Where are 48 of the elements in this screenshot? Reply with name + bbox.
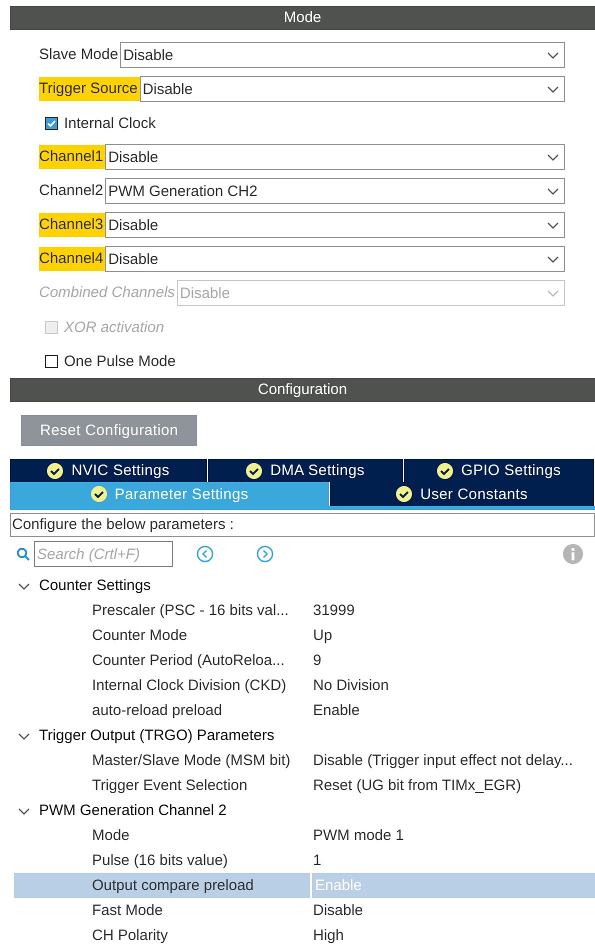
field-label: Trigger Source [39, 77, 140, 101]
parameter-row[interactable]: Fast Mode Disable [14, 898, 595, 923]
parameter-row[interactable]: auto-reload preload Enable [14, 698, 595, 723]
dropdown[interactable]: PWM Generation CH2 [105, 178, 565, 204]
tab[interactable]: NVIC Settings [10, 459, 208, 482]
dropdown[interactable]: Disable [105, 246, 565, 272]
dropdown[interactable]: Disable [105, 212, 565, 238]
info-icon[interactable] [563, 544, 583, 564]
parameter-row[interactable]: Output compare preload Enable [14, 873, 595, 898]
check-circle-icon [47, 462, 64, 478]
parameter-row[interactable]: Counter Period (AutoReloa... 9 [14, 648, 595, 673]
field-label: Channel3 [39, 213, 106, 237]
field-label: Channel4 [39, 247, 106, 271]
dropdown[interactable]: Disable [140, 76, 565, 102]
field-label: Combined Channels [39, 283, 176, 303]
check-circle-icon [90, 486, 107, 502]
tree-group[interactable]: PWM Generation Channel 2 [10, 798, 595, 823]
previous-button[interactable] [196, 545, 214, 563]
check-circle-icon [396, 486, 412, 502]
dropdown[interactable]: Disable [120, 42, 565, 68]
check-circle-icon [437, 462, 454, 478]
parameter-row[interactable]: Internal Clock Division (CKD) No Division [14, 673, 595, 698]
description-text: Configure the below parameters : [10, 513, 595, 537]
section-header: Configuration [10, 378, 595, 402]
tab[interactable]: GPIO Settings [404, 459, 595, 482]
next-button[interactable] [256, 545, 274, 563]
checkbox[interactable]: Internal Clock [39, 114, 156, 132]
parameter-row[interactable]: Trigger Event Selection Reset (UG bit from TIMx_EGR) [14, 773, 595, 798]
parameter-row[interactable]: CH Polarity High [14, 923, 595, 945]
parameter-row[interactable]: Counter Mode Up [14, 623, 595, 648]
tab[interactable]: User Constants [330, 482, 595, 506]
field-label: Channel1 [39, 145, 106, 169]
field-label: Channel2 [39, 181, 104, 201]
tab[interactable]: DMA Settings [208, 459, 404, 482]
checkbox[interactable]: One Pulse Mode [39, 352, 176, 370]
check-circle-icon [246, 462, 262, 478]
tree-group[interactable]: Trigger Output (TRGO) Parameters [10, 723, 595, 748]
tree-group[interactable]: Counter Settings [10, 573, 595, 598]
parameter-row[interactable]: Master/Slave Mode (MSM bit) Disable (Trigger input effect not delay... [14, 748, 595, 773]
parameter-row[interactable]: Pulse (16 bits value) 1 [14, 848, 595, 873]
field-label: Slave Mode [39, 45, 120, 65]
check-icon [46, 118, 57, 128]
parameter-row[interactable]: Prescaler (PSC - 16 bits val... 31999 [14, 598, 595, 623]
section-header: Mode [10, 6, 595, 30]
search-field[interactable]: Search (Crtl+F) [34, 541, 173, 567]
search-icon [16, 547, 30, 561]
dropdown[interactable]: Disable [105, 144, 565, 170]
parameter-row[interactable]: Mode PWM mode 1 [14, 823, 595, 848]
